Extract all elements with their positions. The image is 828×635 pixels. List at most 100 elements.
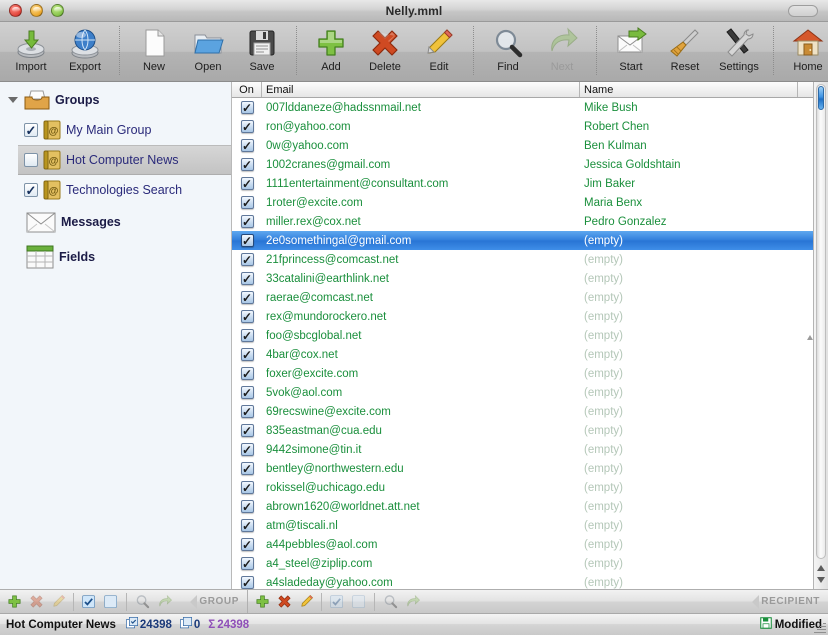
row-checkbox-cell[interactable]: ✓ <box>232 462 262 475</box>
toolbar-button-import[interactable]: Import <box>4 22 58 73</box>
sidebar-item-fields[interactable]: Fields <box>20 239 231 275</box>
add-group-button[interactable] <box>3 592 25 612</box>
table-row[interactable]: ✓rokissel@uchicago.edu(empty) <box>232 478 813 497</box>
row-checkbox-cell[interactable]: ✓ <box>232 253 262 266</box>
table-row[interactable]: ✓5vok@aol.com(empty) <box>232 383 813 402</box>
row-checkbox-cell[interactable]: ✓ <box>232 424 262 437</box>
toolbar-button-home[interactable]: Home <box>781 22 828 73</box>
add-recipient-button[interactable] <box>251 592 273 612</box>
table-row[interactable]: ✓foo@sbcglobal.net(empty) <box>232 326 813 345</box>
toolbar-button-delete[interactable]: Delete <box>358 22 412 73</box>
row-checkbox-cell[interactable]: ✓ <box>232 196 262 209</box>
row-checkbox[interactable]: ✓ <box>241 196 254 209</box>
table-row[interactable]: ✓atm@tiscali.nl(empty) <box>232 516 813 535</box>
row-checkbox[interactable]: ✓ <box>241 139 254 152</box>
row-checkbox-cell[interactable]: ✓ <box>232 215 262 228</box>
row-checkbox[interactable]: ✓ <box>241 348 254 361</box>
toolbar-button-open[interactable]: Open <box>181 22 235 73</box>
table-row[interactable]: ✓69recswine@excite.com(empty) <box>232 402 813 421</box>
table-row[interactable]: ✓835eastman@cua.edu(empty) <box>232 421 813 440</box>
toolbar-button-edit[interactable]: Edit <box>412 22 466 73</box>
uncheck-all-recipients-button[interactable] <box>348 592 370 612</box>
table-row[interactable]: ✓4bar@cox.net(empty) <box>232 345 813 364</box>
toolbar-button-reset[interactable]: Reset <box>658 22 712 73</box>
edit-group-button[interactable] <box>47 592 69 612</box>
toolbar-toggle-button[interactable] <box>788 5 818 17</box>
refresh-recipients-button[interactable] <box>401 592 423 612</box>
row-checkbox-cell[interactable]: ✓ <box>232 443 262 456</box>
row-checkbox-cell[interactable]: ✓ <box>232 120 262 133</box>
row-checkbox-cell[interactable]: ✓ <box>232 310 262 323</box>
row-checkbox[interactable]: ✓ <box>241 576 254 589</box>
row-checkbox-cell[interactable]: ✓ <box>232 500 262 513</box>
row-checkbox-cell[interactable]: ✓ <box>232 481 262 494</box>
table-row[interactable]: ✓miller.rex@cox.netPedro Gonzalez <box>232 212 813 231</box>
table-row[interactable]: ✓21fprincess@comcast.net(empty) <box>232 250 813 269</box>
check-all-groups-button[interactable] <box>78 592 100 612</box>
row-checkbox-cell[interactable]: ✓ <box>232 557 262 570</box>
row-checkbox[interactable]: ✓ <box>241 215 254 228</box>
row-checkbox[interactable]: ✓ <box>241 101 254 114</box>
row-checkbox[interactable]: ✓ <box>241 253 254 266</box>
table-row[interactable]: ✓abrown1620@worldnet.att.net(empty) <box>232 497 813 516</box>
row-checkbox[interactable]: ✓ <box>241 120 254 133</box>
group-checkbox[interactable]: ✓ <box>24 123 38 137</box>
scrollbar-arrows[interactable] <box>814 560 828 588</box>
table-row[interactable]: ✓1111entertainment@consultant.comJim Bak… <box>232 174 813 193</box>
toolbar-button-find[interactable]: Find <box>481 22 535 73</box>
row-checkbox[interactable]: ✓ <box>241 462 254 475</box>
table-row[interactable]: ✓bentley@northwestern.edu(empty) <box>232 459 813 478</box>
row-checkbox[interactable]: ✓ <box>241 329 254 342</box>
resize-grip[interactable] <box>814 621 827 634</box>
sidebar-item-hot-computer-news[interactable]: @ Hot Computer News <box>18 145 231 175</box>
column-header-name[interactable]: Name <box>580 82 798 97</box>
vertical-scrollbar[interactable] <box>813 82 828 589</box>
row-checkbox[interactable]: ✓ <box>241 405 254 418</box>
table-row[interactable]: ✓a4sladeday@yahoo.com(empty) <box>232 573 813 589</box>
row-checkbox-cell[interactable]: ✓ <box>232 234 262 247</box>
row-checkbox[interactable]: ✓ <box>241 272 254 285</box>
row-checkbox-cell[interactable]: ✓ <box>232 177 262 190</box>
scroll-up-icon[interactable] <box>817 565 825 571</box>
row-checkbox[interactable]: ✓ <box>241 519 254 532</box>
toolbar-button-new[interactable]: New <box>127 22 181 73</box>
column-header-email[interactable]: Email <box>262 82 580 97</box>
table-row[interactable]: ✓1002cranes@gmail.comJessica Goldshtain <box>232 155 813 174</box>
refresh-groups-button[interactable] <box>153 592 175 612</box>
row-checkbox-cell[interactable]: ✓ <box>232 367 262 380</box>
row-checkbox[interactable]: ✓ <box>241 538 254 551</box>
group-checkbox[interactable] <box>24 153 38 167</box>
row-checkbox[interactable]: ✓ <box>241 234 254 247</box>
table-row[interactable]: ✓foxer@excite.com(empty) <box>232 364 813 383</box>
row-checkbox-cell[interactable]: ✓ <box>232 405 262 418</box>
table-row[interactable]: ✓1roter@excite.comMaria Benx <box>232 193 813 212</box>
search-recipients-button[interactable] <box>379 592 401 612</box>
toolbar-button-export[interactable]: Export <box>58 22 112 73</box>
edit-recipient-button[interactable] <box>295 592 317 612</box>
group-checkbox[interactable]: ✓ <box>24 183 38 197</box>
row-checkbox[interactable]: ✓ <box>241 310 254 323</box>
table-row[interactable]: ✓33catalini@earthlink.net(empty) <box>232 269 813 288</box>
row-checkbox-cell[interactable]: ✓ <box>232 519 262 532</box>
scrollbar-track[interactable] <box>816 84 826 559</box>
toolbar-button-start[interactable]: Start <box>604 22 658 73</box>
delete-recipient-button[interactable] <box>273 592 295 612</box>
chevron-down-icon[interactable] <box>6 94 19 107</box>
row-checkbox-cell[interactable]: ✓ <box>232 291 262 304</box>
table-row[interactable]: ✓ron@yahoo.comRobert Chen <box>232 117 813 136</box>
row-checkbox-cell[interactable]: ✓ <box>232 329 262 342</box>
sidebar-item-technologies-search[interactable]: ✓ @ Technologies Search <box>18 175 231 205</box>
scroll-down-icon[interactable] <box>817 577 825 583</box>
sidebar-item-groups[interactable]: Groups <box>0 85 231 115</box>
row-checkbox-cell[interactable]: ✓ <box>232 158 262 171</box>
row-checkbox-cell[interactable]: ✓ <box>232 538 262 551</box>
pane-splitter-handle[interactable] <box>806 330 814 344</box>
table-row[interactable]: ✓rex@mundorockero.net(empty) <box>232 307 813 326</box>
row-checkbox[interactable]: ✓ <box>241 291 254 304</box>
row-checkbox[interactable]: ✓ <box>241 443 254 456</box>
row-checkbox[interactable]: ✓ <box>241 557 254 570</box>
sidebar-item-my-main-group[interactable]: ✓ @ My Main Group <box>18 115 231 145</box>
row-checkbox-cell[interactable]: ✓ <box>232 576 262 589</box>
row-checkbox-cell[interactable]: ✓ <box>232 386 262 399</box>
sidebar-item-messages[interactable]: Messages <box>20 205 231 239</box>
